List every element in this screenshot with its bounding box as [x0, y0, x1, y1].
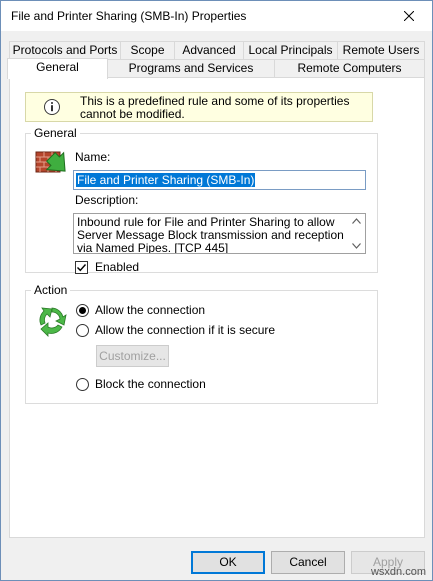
scroll-down-icon[interactable]: [352, 243, 361, 249]
allow-connection-label[interactable]: Allow the connection: [95, 303, 205, 317]
action-arrows-icon: [39, 307, 67, 337]
tab-advanced[interactable]: Advanced: [174, 41, 244, 60]
info-message: This is a predefined rule and some of it…: [80, 94, 350, 121]
general-group: General Name: File and Printer Sharing (…: [25, 126, 378, 274]
action-group-title: Action: [31, 283, 71, 297]
firewall-rule-icon: [35, 151, 66, 173]
title-bar: File and Printer Sharing (SMB-In) Proper…: [1, 1, 432, 31]
block-connection-label[interactable]: Block the connection: [95, 377, 206, 391]
tab-general[interactable]: General: [7, 58, 108, 79]
checkmark-icon: [77, 264, 87, 272]
ok-button[interactable]: OK: [191, 551, 265, 574]
enabled-checkbox[interactable]: [75, 261, 88, 274]
description-scrollbar[interactable]: [348, 214, 365, 253]
dialog-footer: OK Cancel Apply wsxdn.com: [1, 547, 432, 580]
window-title: File and Printer Sharing (SMB-In) Proper…: [11, 9, 247, 23]
tab-programs-and-services[interactable]: Programs and Services: [107, 59, 275, 78]
general-tab-panel: This is a predefined rule and some of it…: [9, 77, 425, 538]
tab-remote-computers[interactable]: Remote Computers: [274, 59, 425, 78]
block-connection-radio[interactable]: [76, 378, 89, 391]
general-group-title: General: [31, 126, 80, 140]
close-button[interactable]: [386, 1, 432, 31]
cancel-button[interactable]: Cancel: [271, 551, 345, 574]
customize-button[interactable]: Customize...: [96, 345, 169, 367]
name-field[interactable]: File and Printer Sharing (SMB-In): [73, 170, 366, 190]
description-value: Inbound rule for File and Printer Sharin…: [77, 215, 344, 254]
info-icon: [44, 99, 60, 115]
scroll-up-icon[interactable]: [352, 218, 361, 224]
name-label: Name:: [75, 150, 111, 164]
allow-if-secure-label[interactable]: Allow the connection if it is secure: [95, 323, 275, 337]
enabled-label[interactable]: Enabled: [95, 260, 139, 274]
close-icon: [404, 11, 414, 21]
info-banner: This is a predefined rule and some of it…: [25, 92, 373, 122]
description-field[interactable]: Inbound rule for File and Printer Sharin…: [73, 213, 366, 254]
allow-connection-radio[interactable]: [76, 304, 89, 317]
name-value: File and Printer Sharing (SMB-In): [76, 173, 256, 187]
action-group: Action Allow the connection Allow the co…: [25, 283, 378, 404]
properties-dialog: File and Printer Sharing (SMB-In) Proper…: [0, 0, 433, 581]
tab-local-principals[interactable]: Local Principals: [243, 41, 338, 60]
tab-scope[interactable]: Scope: [120, 41, 175, 60]
watermark: wsxdn.com: [370, 566, 426, 578]
description-label: Description:: [75, 193, 139, 207]
tab-remote-users[interactable]: Remote Users: [337, 41, 425, 60]
allow-if-secure-radio[interactable]: [76, 324, 89, 337]
